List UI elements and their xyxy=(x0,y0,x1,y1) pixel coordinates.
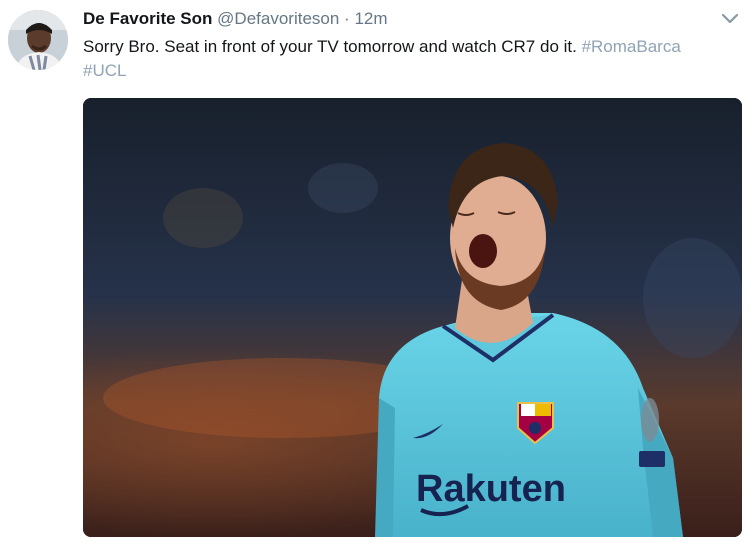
hashtag-link[interactable]: #UCL xyxy=(83,61,126,80)
hashtag-link[interactable]: #RomaBarca xyxy=(582,37,681,56)
tweet-text: Sorry Bro. Seat in front of your TV tomo… xyxy=(83,35,743,83)
sponsor-text: Rakuten xyxy=(416,468,566,510)
avatar-image xyxy=(8,10,68,70)
tweet-text-body: Sorry Bro. Seat in front of your TV tomo… xyxy=(83,37,577,56)
tweet-header: De Favorite Son @Defavoriteson · 12m xyxy=(83,8,388,30)
tweet-photo[interactable]: Rakuten xyxy=(83,98,742,537)
chevron-down-icon[interactable] xyxy=(720,12,740,26)
tweet-timestamp[interactable]: 12m xyxy=(354,9,387,28)
display-name[interactable]: De Favorite Son xyxy=(83,9,212,28)
photo-of-footballer: Rakuten xyxy=(83,98,742,537)
tweet-card[interactable]: De Favorite Son @Defavoriteson · 12m Sor… xyxy=(0,0,750,543)
user-handle[interactable]: @Defavoriteson xyxy=(217,9,339,28)
meta-separator: · xyxy=(344,9,350,28)
avatar[interactable] xyxy=(8,10,68,70)
